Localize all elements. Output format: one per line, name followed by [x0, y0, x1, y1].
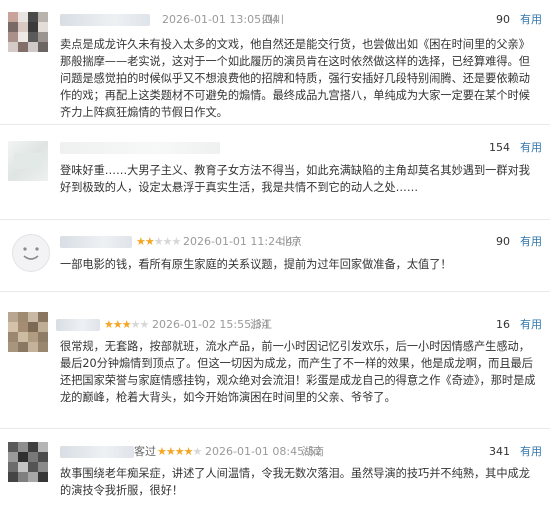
username[interactable] [56, 319, 100, 331]
review-content: 一部电影的钱，看所有原生家庭的关系议题，提前为过年回家做准备，太值了！ [60, 258, 452, 271]
useful-button[interactable]: 有用 [520, 13, 542, 27]
rating-stars: ★★★★★ [104, 318, 149, 331]
avatar[interactable] [8, 141, 48, 181]
useful-button[interactable]: 有用 [520, 141, 542, 155]
avatar[interactable] [8, 312, 48, 352]
review-content: 卖点是成龙许久未有投入太多的文戏，他自然还是能交行货，也尝做出如《困在时间里的父… [60, 38, 530, 119]
useful-button[interactable]: 有用 [520, 235, 542, 249]
useful-count: 90 [496, 13, 510, 26]
avatar[interactable] [12, 234, 50, 272]
useful-button[interactable]: 有用 [520, 318, 542, 332]
review-content: 很常规，无套路，按部就班，流水产品，前一小时因记忆引发欢乐，后一小时因情感产生感… [60, 340, 536, 404]
avatar[interactable] [8, 12, 48, 52]
review-item: 客过 ★★★★★ 2026-01-01 08:45:52 湖南 341 有用 故… [0, 429, 550, 516]
rating-stars: ★★★★★ [136, 235, 181, 248]
review-location: 北京 [280, 235, 302, 248]
avatar[interactable] [8, 442, 48, 482]
useful-count: 154 [489, 141, 510, 154]
review-location: 四川 [262, 13, 284, 26]
review-item: ★★★★★ 2026-01-02 15:55:34 浙江 16 有用 很常规，无… [0, 292, 550, 418]
smile-face-icon [23, 247, 39, 260]
username[interactable] [60, 142, 220, 154]
username[interactable] [60, 446, 134, 458]
review-item: ★★★★★ 2026-01-01 11:24:47 北京 90 有用 一部电影的… [0, 220, 550, 285]
useful-count: 341 [489, 445, 510, 458]
username[interactable] [60, 236, 132, 248]
review-content: 登味好重……大男子主义、教育子女方法不得当，如此充满缺陷的主角却莫名其妙遇到一群… [60, 164, 530, 194]
useful-button[interactable]: 有用 [520, 445, 542, 459]
review-location: 浙江 [250, 318, 272, 331]
rating-stars: ★★★★★ [157, 445, 202, 458]
review-item: 154 有用 登味好重……大男子主义、教育子女方法不得当，如此充满缺陷的主角却莫… [0, 125, 550, 209]
review-item: 2026-01-01 13:05:04 四川 90 有用 卖点是成龙许久未有投入… [0, 0, 550, 119]
review-content: 故事围绕老年痴呆症，讲述了人间温情，令我无数次落泪。虽然导演的技巧并不纯熟，其中… [60, 467, 530, 497]
review-location: 湖南 [302, 445, 324, 458]
useful-count: 90 [496, 235, 510, 248]
username-suffix[interactable]: 客过 [134, 445, 156, 459]
useful-count: 16 [496, 318, 510, 331]
username[interactable] [60, 14, 150, 26]
